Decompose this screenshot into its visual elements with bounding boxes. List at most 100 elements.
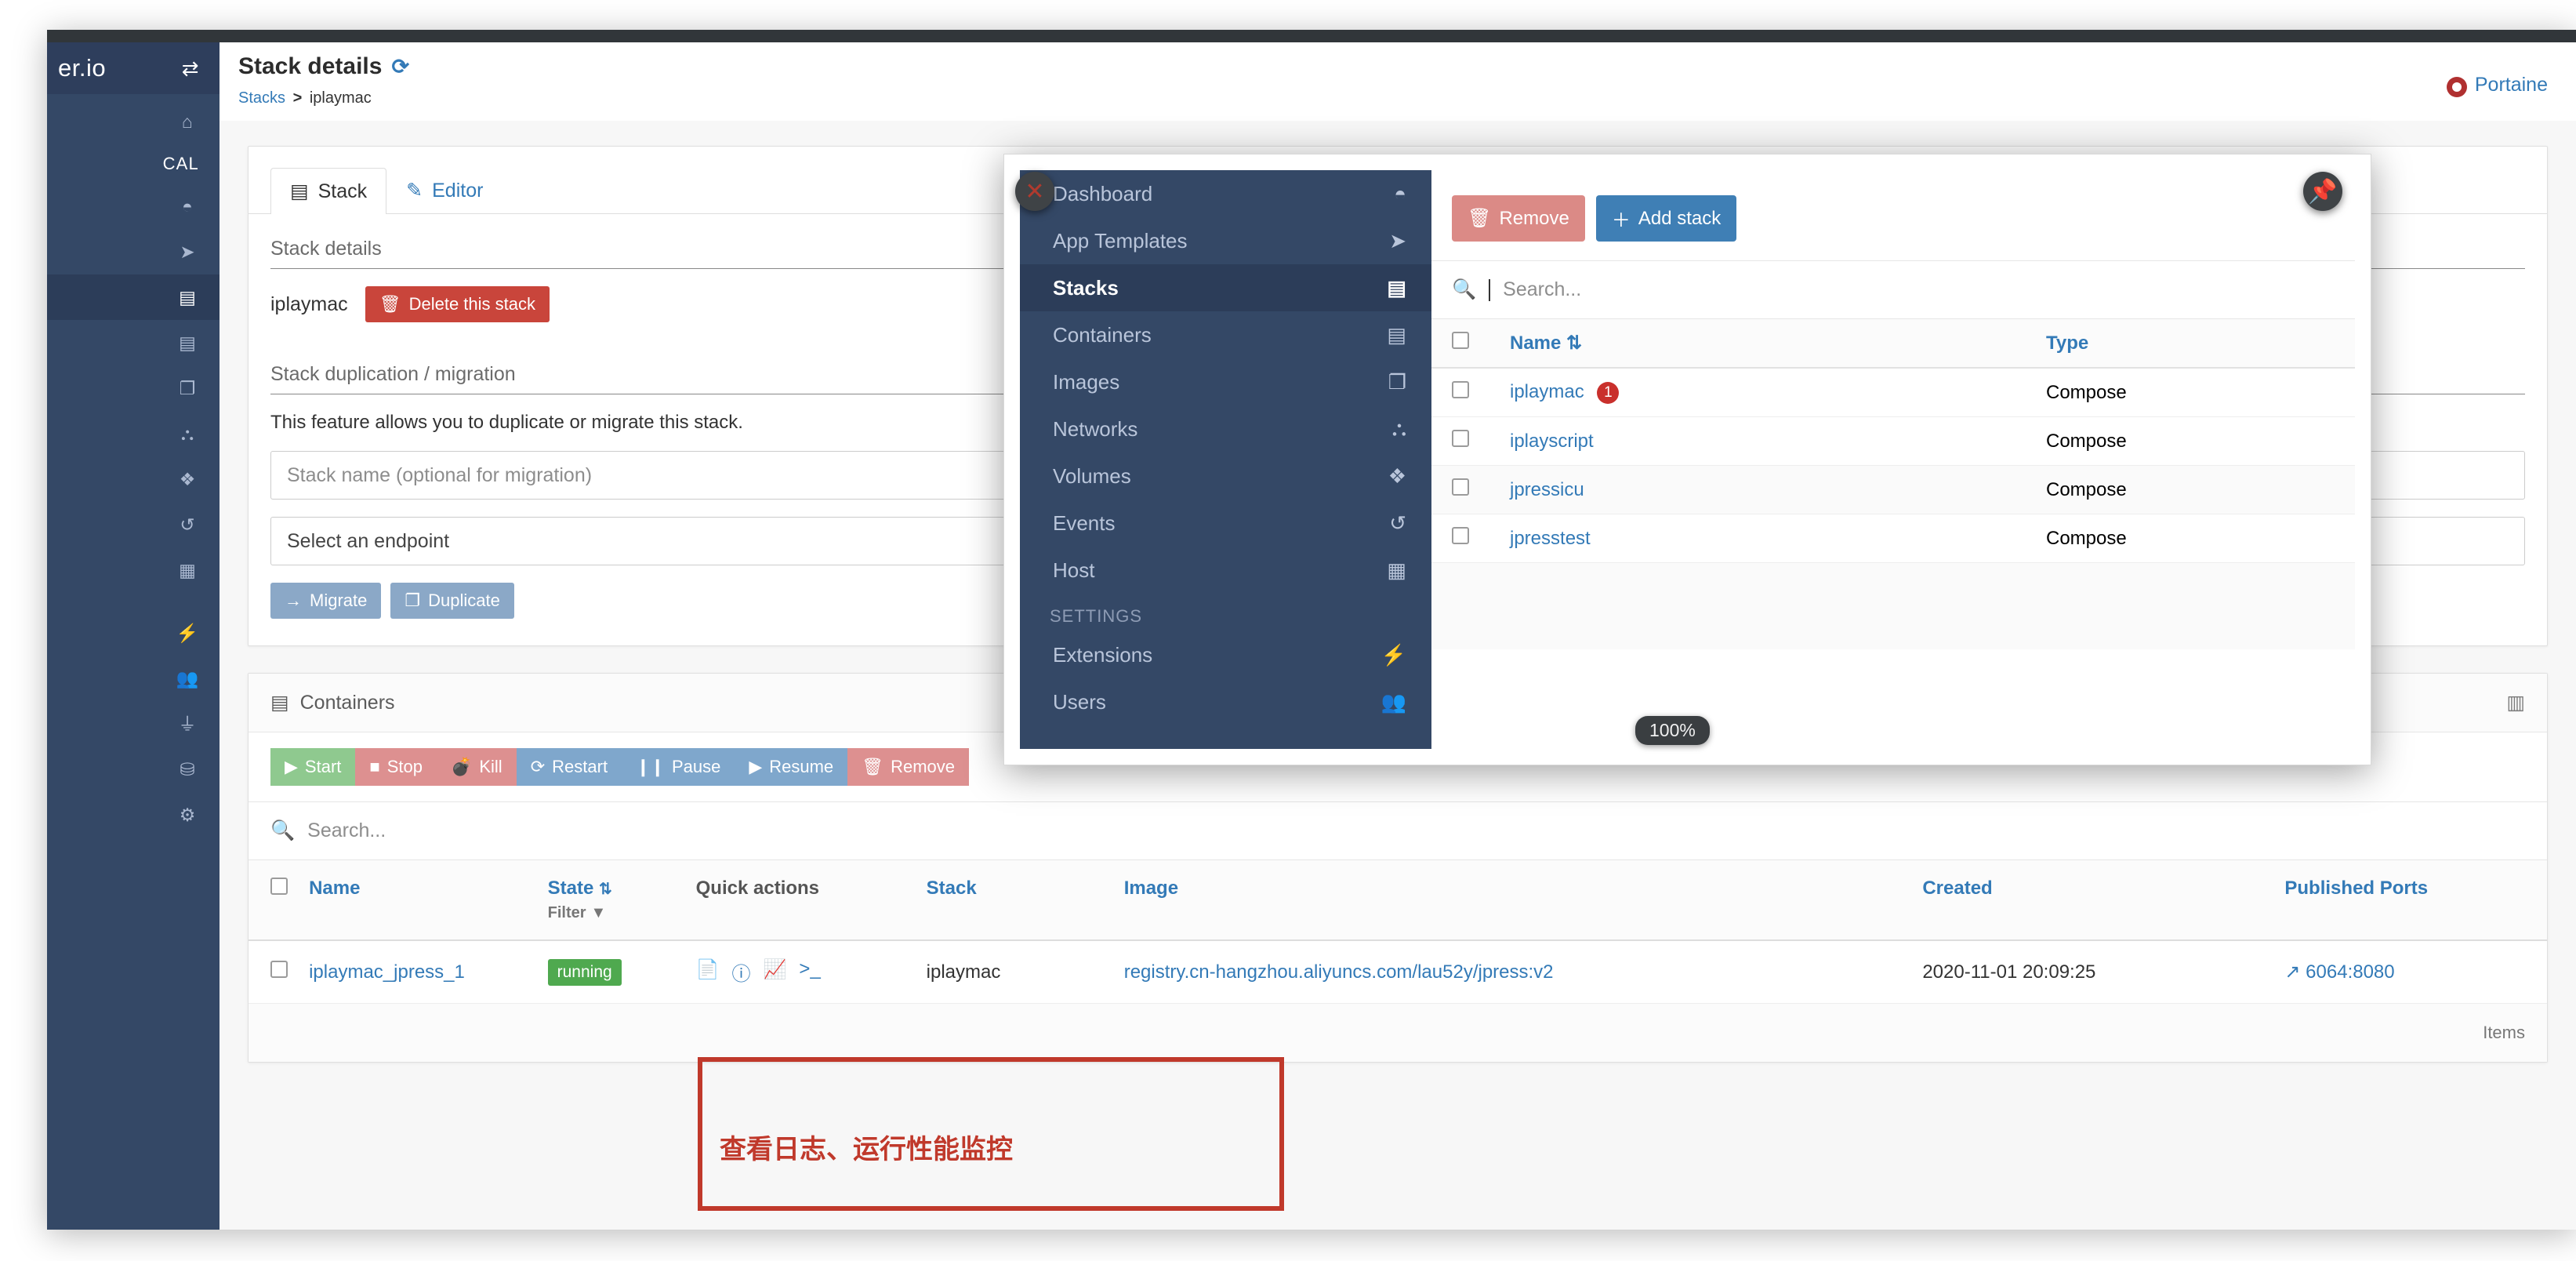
sidebar-item-extensions[interactable]: ⚡: [47, 610, 220, 656]
row-checkbox[interactable]: [270, 961, 288, 978]
annotation-text: 查看日志、运行性能监控: [720, 1134, 1013, 1165]
overlay-item-app-templates[interactable]: App Templates ➤: [1020, 217, 1431, 264]
list-item[interactable]: iplayscript Compose: [1431, 416, 2355, 466]
col-name[interactable]: Name: [299, 860, 539, 941]
networks-sitemap-icon: ⛬: [180, 423, 194, 444]
overlay-item-events[interactable]: Events ↺: [1020, 500, 1431, 547]
logs-file-icon[interactable]: 📄: [696, 958, 720, 986]
sidebar-item-host[interactable]: ▦: [47, 547, 220, 593]
duplicate-button[interactable]: ❐ Duplicate: [390, 583, 514, 619]
sidebar-item-endpoints[interactable]: ⏚: [47, 701, 220, 747]
table-row[interactable]: iplaymac_jpress_1 running 📄 ⓘ 📈 >_ iplay…: [249, 940, 2547, 1004]
items-per-page-label: Items: [2483, 1023, 2525, 1042]
restart-button[interactable]: ⟳ Restart: [516, 748, 622, 786]
state-filter[interactable]: Filter ▼: [548, 904, 677, 922]
overlay-row-select: [1431, 416, 1489, 466]
col-published-ports[interactable]: Published Ports: [2275, 860, 2547, 941]
volumes-cubes-icon: ❖: [179, 468, 196, 489]
close-x-icon[interactable]: ✕: [1015, 172, 1054, 211]
select-all-checkbox[interactable]: [270, 878, 288, 895]
row-checkbox[interactable]: [1452, 527, 1469, 544]
overlay-item-stacks[interactable]: Stacks ▤: [1020, 264, 1431, 311]
stack-link[interactable]: jpressicu: [1510, 479, 1584, 500]
col-created[interactable]: Created: [1913, 860, 2276, 941]
overlay-row-name: jpresstest: [1489, 514, 2026, 563]
arrows-left-right-icon[interactable]: ⇄: [182, 56, 199, 81]
sidebar-item-stacks[interactable]: ▤: [47, 274, 220, 320]
tab-stack[interactable]: ▤ Stack: [270, 168, 387, 214]
list-item[interactable]: iplaymac 1 Compose: [1431, 368, 2355, 417]
list-item[interactable]: jpresstest Compose: [1431, 514, 2355, 563]
overlay-item-dashboard[interactable]: Dashboard ◓: [1020, 170, 1431, 217]
stats-chart-icon[interactable]: 📈: [764, 958, 787, 986]
overlay-col-type-label: Type: [2046, 332, 2089, 354]
start-button[interactable]: ▶ Start: [270, 748, 356, 786]
published-port-link[interactable]: ↗ 6064:8080: [2284, 961, 2394, 983]
status-badge: running: [547, 958, 622, 986]
row-checkbox[interactable]: [1452, 381, 1469, 398]
overlay-item-volumes[interactable]: Volumes ❖: [1020, 452, 1431, 500]
stop-button[interactable]: ■ Stop: [355, 748, 437, 786]
users-icon: 👥: [176, 667, 199, 689]
overlay-item-label: Host: [1053, 558, 1095, 582]
delete-stack-button[interactable]: 🗑 Delete this stack: [365, 286, 550, 322]
extensions-bolt-icon: ⚡: [1381, 642, 1406, 667]
sidebar-item-registries[interactable]: ⛁: [47, 747, 220, 792]
overlay-remove-button[interactable]: 🗑 Remove: [1452, 195, 1585, 242]
overlay-toolbar: 🗑 Remove ＋ Add stack: [1431, 181, 2355, 260]
sidebar-item-containers[interactable]: ▤: [47, 320, 220, 365]
container-name-link[interactable]: iplaymac_jpress_1: [309, 961, 465, 983]
overlay-col-name[interactable]: Name ⇅: [1489, 319, 2026, 369]
list-item[interactable]: jpressicu Compose: [1431, 465, 2355, 514]
pause-button[interactable]: ❙❙ Pause: [622, 748, 735, 786]
sidebar-item-events[interactable]: ↺: [47, 502, 220, 547]
row-checkbox[interactable]: [1452, 430, 1469, 447]
col-state[interactable]: State ⇅ Filter ▼: [538, 860, 687, 941]
users-icon: 👥: [1381, 689, 1406, 714]
containers-title: Containers: [299, 691, 395, 714]
tab-editor[interactable]: ✎ Editor: [386, 167, 503, 213]
overlay-item-images[interactable]: Images ❐: [1020, 358, 1431, 405]
col-stack[interactable]: Stack: [916, 860, 1115, 941]
row-checkbox[interactable]: [1452, 478, 1469, 496]
resume-button[interactable]: ▶ Resume: [735, 748, 848, 786]
overlay-item-networks[interactable]: Networks ⛬: [1020, 405, 1431, 452]
sidebar-item-settings[interactable]: ⚙: [47, 792, 220, 838]
stack-link[interactable]: iplayscript: [1510, 431, 1594, 452]
containers-search[interactable]: 🔍 Search...: [249, 802, 2547, 860]
image-link[interactable]: registry.cn-hangzhou.aliyuncs.com/lau52y…: [1124, 961, 1554, 983]
sidebar-item-home[interactable]: ⌂: [47, 99, 220, 144]
remove-button[interactable]: 🗑 Remove: [847, 748, 970, 786]
kill-button[interactable]: 💣 Kill: [436, 748, 517, 786]
play-icon: ▶: [749, 757, 763, 776]
console-terminal-icon[interactable]: >_: [799, 958, 820, 986]
sidebar-item-volumes[interactable]: ❖: [47, 456, 220, 502]
sidebar-item-users[interactable]: 👥: [47, 656, 220, 701]
stack-link[interactable]: jpresstest: [1510, 528, 1591, 549]
overlay-col-type[interactable]: Type: [2026, 319, 2355, 369]
overlay-item-users[interactable]: Users 👥: [1020, 678, 1431, 725]
tab-editor-label: Editor: [432, 179, 484, 202]
overlay-search-input[interactable]: 🔍 Search...: [1431, 260, 2355, 319]
portainer-support-link[interactable]: Portaine: [2446, 53, 2576, 120]
overlay-item-host[interactable]: Host ▦: [1020, 547, 1431, 594]
migrate-button[interactable]: → Migrate: [270, 583, 382, 619]
pin-icon[interactable]: 📌: [2303, 172, 2342, 211]
sidebar-item-dashboard[interactable]: ◓: [47, 184, 220, 229]
select-all-checkbox[interactable]: [1452, 332, 1469, 349]
columns-icon[interactable]: ▥: [2506, 691, 2525, 714]
overlay-row-name: iplayscript: [1489, 416, 2026, 466]
overlay-item-extensions[interactable]: Extensions ⚡: [1020, 631, 1431, 678]
sidebar-item-app-templates[interactable]: ➤: [47, 229, 220, 274]
filter-label: Filter: [547, 904, 586, 921]
stack-link[interactable]: iplaymac: [1510, 381, 1584, 402]
info-icon[interactable]: ⓘ: [732, 958, 751, 986]
sidebar-item-images[interactable]: ❐: [47, 365, 220, 411]
breadcrumb-stacks[interactable]: Stacks: [238, 89, 285, 107]
overlay-item-containers[interactable]: Containers ▤: [1020, 311, 1431, 358]
refresh-icon[interactable]: ⟳: [391, 55, 409, 79]
col-image[interactable]: Image: [1114, 860, 1914, 941]
sidebar-item-networks[interactable]: ⛬: [47, 411, 220, 456]
overlay-add-stack-button[interactable]: ＋ Add stack: [1595, 195, 1737, 242]
quick-actions-group: 📄 ⓘ 📈 >_: [696, 958, 908, 986]
